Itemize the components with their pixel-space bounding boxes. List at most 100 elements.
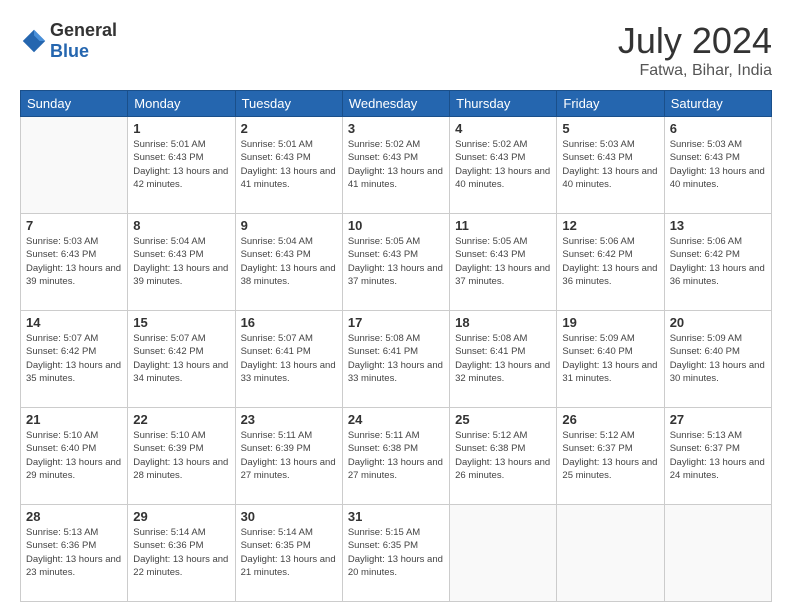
logo-icon <box>20 27 48 55</box>
day-info: Sunrise: 5:14 AM Sunset: 6:35 PM Dayligh… <box>241 526 337 579</box>
calendar-cell: 29Sunrise: 5:14 AM Sunset: 6:36 PM Dayli… <box>128 505 235 602</box>
calendar-cell <box>450 505 557 602</box>
day-info: Sunrise: 5:02 AM Sunset: 6:43 PM Dayligh… <box>348 138 444 191</box>
calendar-cell: 31 Sunrise: 5:15 AM Sunset: 6:35 PM Dayli… <box>342 505 449 602</box>
day-number: 17 <box>348 315 444 330</box>
day-info: Sunrise: 5:09 AM Sunset: 6:40 PM Dayligh… <box>670 332 766 385</box>
calendar-cell: 15 Sunrise: 5:07 AM Sunset: 6:42 PM Dayli… <box>128 311 235 408</box>
calendar-cell: 4 Sunrise: 5:02 AM Sunset: 6:43 PM Daylig… <box>450 117 557 214</box>
day-info: Sunrise: 5:06 AM Sunset: 6:42 PM Dayligh… <box>670 235 766 288</box>
calendar-cell: 8Sunrise: 5:04 AM Sunset: 6:43 PM Daylig… <box>128 214 235 311</box>
day-info: Sunrise: 5:11 AM Sunset: 6:39 PM Dayligh… <box>241 429 337 482</box>
day-number: 4 <box>455 121 551 136</box>
day-number: 20 <box>670 315 766 330</box>
day-info: Sunrise: 5:09 AM Sunset: 6:40 PM Dayligh… <box>562 332 658 385</box>
day-info: Sunrise: 5:02 AM Sunset: 6:43 PM Dayligh… <box>455 138 551 191</box>
day-info: Sunrise: 5:15 AM Sunset: 6:35 PM Dayligh… <box>348 526 444 579</box>
day-info: Sunrise: 5:13 AM Sunset: 6:36 PM Dayligh… <box>26 526 122 579</box>
calendar-cell: 1Sunrise: 5:01 AM Sunset: 6:43 PM Daylig… <box>128 117 235 214</box>
day-info: Sunrise: 5:08 AM Sunset: 6:41 PM Dayligh… <box>455 332 551 385</box>
calendar-cell: 17 Sunrise: 5:08 AM Sunset: 6:41 PM Dayli… <box>342 311 449 408</box>
calendar-header-row: Sunday Monday Tuesday Wednesday Thursday… <box>21 91 772 117</box>
day-info: Sunrise: 5:10 AM Sunset: 6:39 PM Dayligh… <box>133 429 229 482</box>
calendar-cell: 18Sunrise: 5:08 AM Sunset: 6:41 PM Dayli… <box>450 311 557 408</box>
col-friday: Friday <box>557 91 664 117</box>
day-number: 10 <box>348 218 444 233</box>
calendar-cell: 6 Sunrise: 5:03 AM Sunset: 6:43 PM Daylig… <box>664 117 771 214</box>
day-number: 11 <box>455 218 551 233</box>
page: General Blue July 2024 Fatwa, Bihar, Ind… <box>0 0 792 612</box>
calendar-week-2: 7 Sunrise: 5:03 AM Sunset: 6:43 PM Daylig… <box>21 214 772 311</box>
day-number: 12 <box>562 218 658 233</box>
day-info: Sunrise: 5:05 AM Sunset: 6:43 PM Dayligh… <box>348 235 444 288</box>
calendar-table: Sunday Monday Tuesday Wednesday Thursday… <box>20 90 772 602</box>
day-number: 27 <box>670 412 766 427</box>
title-location: Fatwa, Bihar, India <box>618 62 772 80</box>
calendar-cell: 20 Sunrise: 5:09 AM Sunset: 6:40 PM Dayli… <box>664 311 771 408</box>
title-block: July 2024 Fatwa, Bihar, India <box>618 20 772 80</box>
calendar-week-5: 28 Sunrise: 5:13 AM Sunset: 6:36 PM Dayli… <box>21 505 772 602</box>
day-number: 22 <box>133 412 229 427</box>
day-info: Sunrise: 5:03 AM Sunset: 6:43 PM Dayligh… <box>670 138 766 191</box>
col-monday: Monday <box>128 91 235 117</box>
calendar-cell <box>664 505 771 602</box>
day-info: Sunrise: 5:13 AM Sunset: 6:37 PM Dayligh… <box>670 429 766 482</box>
col-tuesday: Tuesday <box>235 91 342 117</box>
calendar-week-3: 14Sunrise: 5:07 AM Sunset: 6:42 PM Dayli… <box>21 311 772 408</box>
calendar-cell: 27 Sunrise: 5:13 AM Sunset: 6:37 PM Dayli… <box>664 408 771 505</box>
day-info: Sunrise: 5:03 AM Sunset: 6:43 PM Dayligh… <box>26 235 122 288</box>
day-number: 25 <box>455 412 551 427</box>
calendar-cell: 9 Sunrise: 5:04 AM Sunset: 6:43 PM Daylig… <box>235 214 342 311</box>
day-number: 6 <box>670 121 766 136</box>
day-info: Sunrise: 5:10 AM Sunset: 6:40 PM Dayligh… <box>26 429 122 482</box>
calendar-cell: 23 Sunrise: 5:11 AM Sunset: 6:39 PM Dayli… <box>235 408 342 505</box>
calendar-cell: 28 Sunrise: 5:13 AM Sunset: 6:36 PM Dayli… <box>21 505 128 602</box>
calendar-cell: 12 Sunrise: 5:06 AM Sunset: 6:42 PM Dayli… <box>557 214 664 311</box>
calendar-cell: 24Sunrise: 5:11 AM Sunset: 6:38 PM Dayli… <box>342 408 449 505</box>
day-info: Sunrise: 5:01 AM Sunset: 6:43 PM Dayligh… <box>241 138 337 191</box>
day-number: 26 <box>562 412 658 427</box>
calendar-cell: 11 Sunrise: 5:05 AM Sunset: 6:43 PM Dayli… <box>450 214 557 311</box>
day-number: 16 <box>241 315 337 330</box>
calendar-cell <box>557 505 664 602</box>
calendar-cell: 5Sunrise: 5:03 AM Sunset: 6:43 PM Daylig… <box>557 117 664 214</box>
calendar-cell: 10 Sunrise: 5:05 AM Sunset: 6:43 PM Dayli… <box>342 214 449 311</box>
calendar-cell: 26 Sunrise: 5:12 AM Sunset: 6:37 PM Dayli… <box>557 408 664 505</box>
logo: General Blue <box>20 20 117 62</box>
day-number: 31 <box>348 509 444 524</box>
col-saturday: Saturday <box>664 91 771 117</box>
day-info: Sunrise: 5:12 AM Sunset: 6:37 PM Dayligh… <box>562 429 658 482</box>
day-info: Sunrise: 5:07 AM Sunset: 6:42 PM Dayligh… <box>133 332 229 385</box>
calendar-cell: 13 Sunrise: 5:06 AM Sunset: 6:42 PM Dayli… <box>664 214 771 311</box>
day-number: 29 <box>133 509 229 524</box>
calendar-cell <box>21 117 128 214</box>
day-info: Sunrise: 5:05 AM Sunset: 6:43 PM Dayligh… <box>455 235 551 288</box>
day-number: 3 <box>348 121 444 136</box>
day-number: 8 <box>133 218 229 233</box>
day-number: 15 <box>133 315 229 330</box>
day-info: Sunrise: 5:07 AM Sunset: 6:42 PM Dayligh… <box>26 332 122 385</box>
col-wednesday: Wednesday <box>342 91 449 117</box>
day-number: 2 <box>241 121 337 136</box>
calendar-week-1: 1 Sunrise: 5:01 AM Sunset: 6:43 PM Daylig… <box>21 117 772 214</box>
calendar-cell: 7 Sunrise: 5:03 AM Sunset: 6:43 PM Daylig… <box>21 214 128 311</box>
calendar-cell: 14Sunrise: 5:07 AM Sunset: 6:42 PM Dayli… <box>21 311 128 408</box>
day-number: 23 <box>241 412 337 427</box>
day-number: 21 <box>26 412 122 427</box>
day-info: Sunrise: 5:06 AM Sunset: 6:42 PM Dayligh… <box>562 235 658 288</box>
day-info: Sunrise: 5:08 AM Sunset: 6:41 PM Dayligh… <box>348 332 444 385</box>
day-number: 13 <box>670 218 766 233</box>
day-number: 28 <box>26 509 122 524</box>
header: General Blue July 2024 Fatwa, Bihar, Ind… <box>20 20 772 80</box>
calendar-cell: 3 Sunrise: 5:02 AM Sunset: 6:43 PM Daylig… <box>342 117 449 214</box>
calendar-cell: 25Sunrise: 5:12 AM Sunset: 6:38 PM Dayli… <box>450 408 557 505</box>
day-info: Sunrise: 5:04 AM Sunset: 6:43 PM Dayligh… <box>241 235 337 288</box>
logo-general-text: General <box>50 20 117 40</box>
calendar-cell: 19Sunrise: 5:09 AM Sunset: 6:40 PM Dayli… <box>557 311 664 408</box>
day-number: 9 <box>241 218 337 233</box>
day-number: 7 <box>26 218 122 233</box>
col-sunday: Sunday <box>21 91 128 117</box>
calendar-cell: 2 Sunrise: 5:01 AM Sunset: 6:43 PM Daylig… <box>235 117 342 214</box>
day-info: Sunrise: 5:03 AM Sunset: 6:43 PM Dayligh… <box>562 138 658 191</box>
day-number: 1 <box>133 121 229 136</box>
